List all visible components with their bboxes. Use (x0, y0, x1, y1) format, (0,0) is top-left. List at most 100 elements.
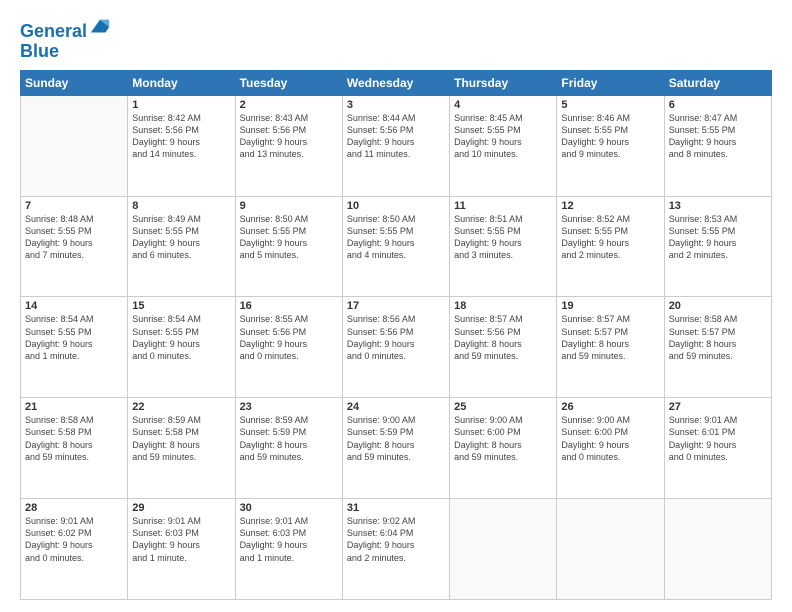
day-info: Sunrise: 9:01 AM Sunset: 6:02 PM Dayligh… (25, 515, 123, 564)
day-number: 3 (347, 99, 445, 111)
day-number: 28 (25, 502, 123, 514)
calendar-cell: 28Sunrise: 9:01 AM Sunset: 6:02 PM Dayli… (21, 499, 128, 600)
calendar-cell: 16Sunrise: 8:55 AM Sunset: 5:56 PM Dayli… (235, 297, 342, 398)
day-number: 7 (25, 200, 123, 212)
calendar-cell: 24Sunrise: 9:00 AM Sunset: 5:59 PM Dayli… (342, 398, 449, 499)
logo-blue: Blue (20, 42, 111, 60)
weekday-header-sunday: Sunday (21, 70, 128, 95)
day-info: Sunrise: 9:01 AM Sunset: 6:03 PM Dayligh… (132, 515, 230, 564)
day-number: 25 (454, 401, 552, 413)
day-number: 2 (240, 99, 338, 111)
calendar-cell: 11Sunrise: 8:51 AM Sunset: 5:55 PM Dayli… (450, 196, 557, 297)
day-number: 22 (132, 401, 230, 413)
day-number: 19 (561, 300, 659, 312)
day-info: Sunrise: 8:57 AM Sunset: 5:57 PM Dayligh… (561, 313, 659, 362)
weekday-header-saturday: Saturday (664, 70, 771, 95)
day-number: 4 (454, 99, 552, 111)
day-number: 30 (240, 502, 338, 514)
week-row-5: 28Sunrise: 9:01 AM Sunset: 6:02 PM Dayli… (21, 499, 772, 600)
day-number: 27 (669, 401, 767, 413)
day-info: Sunrise: 8:48 AM Sunset: 5:55 PM Dayligh… (25, 213, 123, 262)
day-info: Sunrise: 8:47 AM Sunset: 5:55 PM Dayligh… (669, 112, 767, 161)
calendar-cell: 26Sunrise: 9:00 AM Sunset: 6:00 PM Dayli… (557, 398, 664, 499)
day-number: 14 (25, 300, 123, 312)
day-info: Sunrise: 8:58 AM Sunset: 5:58 PM Dayligh… (25, 414, 123, 463)
day-info: Sunrise: 8:45 AM Sunset: 5:55 PM Dayligh… (454, 112, 552, 161)
calendar-cell: 23Sunrise: 8:59 AM Sunset: 5:59 PM Dayli… (235, 398, 342, 499)
day-number: 12 (561, 200, 659, 212)
day-number: 15 (132, 300, 230, 312)
day-info: Sunrise: 9:01 AM Sunset: 6:01 PM Dayligh… (669, 414, 767, 463)
day-info: Sunrise: 9:00 AM Sunset: 6:00 PM Dayligh… (561, 414, 659, 463)
day-info: Sunrise: 8:59 AM Sunset: 5:59 PM Dayligh… (240, 414, 338, 463)
day-info: Sunrise: 8:54 AM Sunset: 5:55 PM Dayligh… (132, 313, 230, 362)
day-number: 13 (669, 200, 767, 212)
week-row-2: 7Sunrise: 8:48 AM Sunset: 5:55 PM Daylig… (21, 196, 772, 297)
day-info: Sunrise: 8:43 AM Sunset: 5:56 PM Dayligh… (240, 112, 338, 161)
day-info: Sunrise: 9:00 AM Sunset: 6:00 PM Dayligh… (454, 414, 552, 463)
calendar-cell: 29Sunrise: 9:01 AM Sunset: 6:03 PM Dayli… (128, 499, 235, 600)
logo: General Blue (20, 22, 111, 60)
calendar-cell: 4Sunrise: 8:45 AM Sunset: 5:55 PM Daylig… (450, 95, 557, 196)
day-info: Sunrise: 8:50 AM Sunset: 5:55 PM Dayligh… (240, 213, 338, 262)
day-info: Sunrise: 8:55 AM Sunset: 5:56 PM Dayligh… (240, 313, 338, 362)
day-number: 6 (669, 99, 767, 111)
calendar-cell: 8Sunrise: 8:49 AM Sunset: 5:55 PM Daylig… (128, 196, 235, 297)
calendar-cell: 12Sunrise: 8:52 AM Sunset: 5:55 PM Dayli… (557, 196, 664, 297)
calendar-cell: 25Sunrise: 9:00 AM Sunset: 6:00 PM Dayli… (450, 398, 557, 499)
day-number: 21 (25, 401, 123, 413)
day-number: 20 (669, 300, 767, 312)
calendar-cell: 5Sunrise: 8:46 AM Sunset: 5:55 PM Daylig… (557, 95, 664, 196)
day-info: Sunrise: 9:02 AM Sunset: 6:04 PM Dayligh… (347, 515, 445, 564)
day-info: Sunrise: 8:49 AM Sunset: 5:55 PM Dayligh… (132, 213, 230, 262)
day-info: Sunrise: 8:52 AM Sunset: 5:55 PM Dayligh… (561, 213, 659, 262)
weekday-header-wednesday: Wednesday (342, 70, 449, 95)
calendar-cell: 21Sunrise: 8:58 AM Sunset: 5:58 PM Dayli… (21, 398, 128, 499)
weekday-header-monday: Monday (128, 70, 235, 95)
day-info: Sunrise: 9:00 AM Sunset: 5:59 PM Dayligh… (347, 414, 445, 463)
day-number: 11 (454, 200, 552, 212)
day-number: 9 (240, 200, 338, 212)
day-number: 1 (132, 99, 230, 111)
day-number: 5 (561, 99, 659, 111)
week-row-3: 14Sunrise: 8:54 AM Sunset: 5:55 PM Dayli… (21, 297, 772, 398)
calendar-cell: 19Sunrise: 8:57 AM Sunset: 5:57 PM Dayli… (557, 297, 664, 398)
day-number: 10 (347, 200, 445, 212)
calendar-table: SundayMondayTuesdayWednesdayThursdayFrid… (20, 70, 772, 600)
day-info: Sunrise: 8:44 AM Sunset: 5:56 PM Dayligh… (347, 112, 445, 161)
day-number: 29 (132, 502, 230, 514)
day-info: Sunrise: 8:46 AM Sunset: 5:55 PM Dayligh… (561, 112, 659, 161)
day-info: Sunrise: 8:54 AM Sunset: 5:55 PM Dayligh… (25, 313, 123, 362)
logo-text: General (20, 22, 87, 42)
calendar-cell: 27Sunrise: 9:01 AM Sunset: 6:01 PM Dayli… (664, 398, 771, 499)
calendar-cell: 14Sunrise: 8:54 AM Sunset: 5:55 PM Dayli… (21, 297, 128, 398)
week-row-1: 1Sunrise: 8:42 AM Sunset: 5:56 PM Daylig… (21, 95, 772, 196)
day-number: 26 (561, 401, 659, 413)
calendar-cell: 20Sunrise: 8:58 AM Sunset: 5:57 PM Dayli… (664, 297, 771, 398)
day-number: 24 (347, 401, 445, 413)
calendar-cell: 17Sunrise: 8:56 AM Sunset: 5:56 PM Dayli… (342, 297, 449, 398)
calendar-cell (21, 95, 128, 196)
weekday-header-row: SundayMondayTuesdayWednesdayThursdayFrid… (21, 70, 772, 95)
header: General Blue (20, 18, 772, 60)
week-row-4: 21Sunrise: 8:58 AM Sunset: 5:58 PM Dayli… (21, 398, 772, 499)
calendar-cell: 13Sunrise: 8:53 AM Sunset: 5:55 PM Dayli… (664, 196, 771, 297)
day-number: 17 (347, 300, 445, 312)
day-info: Sunrise: 8:57 AM Sunset: 5:56 PM Dayligh… (454, 313, 552, 362)
page: General Blue SundayMondayTuesdayWednesda… (0, 0, 792, 612)
calendar-cell: 10Sunrise: 8:50 AM Sunset: 5:55 PM Dayli… (342, 196, 449, 297)
day-number: 8 (132, 200, 230, 212)
weekday-header-thursday: Thursday (450, 70, 557, 95)
day-info: Sunrise: 8:56 AM Sunset: 5:56 PM Dayligh… (347, 313, 445, 362)
calendar-cell: 30Sunrise: 9:01 AM Sunset: 6:03 PM Dayli… (235, 499, 342, 600)
calendar-cell: 18Sunrise: 8:57 AM Sunset: 5:56 PM Dayli… (450, 297, 557, 398)
day-number: 16 (240, 300, 338, 312)
calendar-cell: 15Sunrise: 8:54 AM Sunset: 5:55 PM Dayli… (128, 297, 235, 398)
day-info: Sunrise: 9:01 AM Sunset: 6:03 PM Dayligh… (240, 515, 338, 564)
calendar-cell: 22Sunrise: 8:59 AM Sunset: 5:58 PM Dayli… (128, 398, 235, 499)
calendar-cell: 7Sunrise: 8:48 AM Sunset: 5:55 PM Daylig… (21, 196, 128, 297)
weekday-header-tuesday: Tuesday (235, 70, 342, 95)
logo-general: General (20, 21, 87, 41)
day-info: Sunrise: 8:42 AM Sunset: 5:56 PM Dayligh… (132, 112, 230, 161)
weekday-header-friday: Friday (557, 70, 664, 95)
